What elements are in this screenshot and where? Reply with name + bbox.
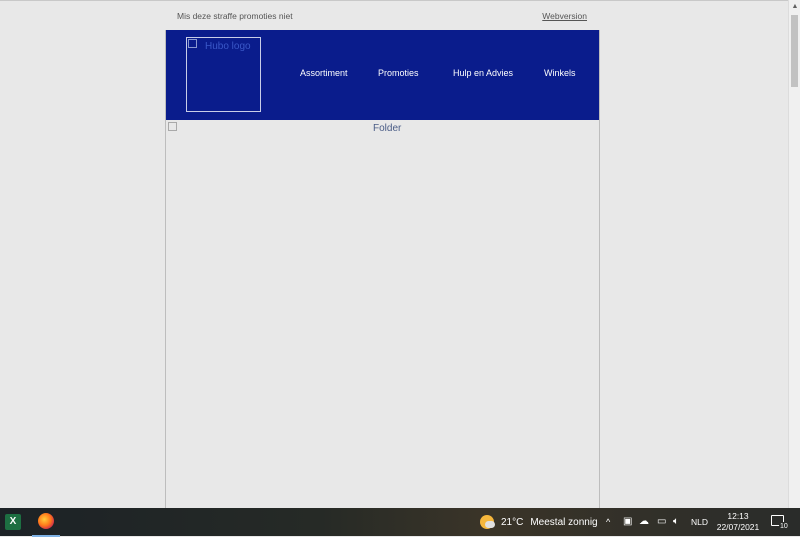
volume-icon[interactable]: 🔈︎ [673, 508, 679, 536]
taskbar: X 21°C Meestal zonnig ^ ▣ ☁ ▭ 🔈︎ NLD 12:… [0, 508, 800, 537]
broken-image-icon [168, 122, 177, 131]
meet-now-icon[interactable]: ▣ [623, 508, 632, 536]
folder-image[interactable]: Folder [166, 120, 599, 508]
broken-image-icon [188, 39, 197, 48]
vertical-scrollbar[interactable]: ▲ [788, 0, 800, 508]
nav-link-hulp-en-advies[interactable]: Hulp en Advies [453, 68, 513, 78]
weather-widget[interactable]: 21°C Meestal zonnig [480, 508, 598, 536]
clock-date: 22/07/2021 [716, 522, 760, 532]
excel-icon: X [5, 514, 21, 530]
partly-sunny-icon [480, 515, 495, 529]
weather-temperature: 21°C [501, 516, 524, 528]
show-hidden-icons-chevron-icon[interactable]: ^ [606, 508, 610, 536]
firefox-icon [38, 513, 54, 529]
firefox-taskbar-button[interactable] [32, 511, 60, 537]
weather-condition: Meestal zonnig [530, 516, 598, 528]
email-preheader: Mis deze straffe promoties niet Webversi… [165, 1, 600, 31]
scroll-thumb[interactable] [791, 15, 798, 87]
webversion-link[interactable]: Webversion [542, 11, 587, 21]
hubo-logo[interactable]: Hubo logo [186, 37, 261, 112]
scroll-up-arrow-icon[interactable]: ▲ [789, 0, 800, 14]
folder-alt-text: Folder [373, 123, 402, 134]
onedrive-cloud-icon[interactable]: ☁ [639, 508, 649, 536]
clock-time: 12:13 [727, 511, 749, 521]
language-indicator[interactable]: NLD [691, 508, 708, 536]
logo-alt-text: Hubo logo [205, 41, 251, 52]
email-body: Hubo logo Assortiment Promoties Hulp en … [165, 30, 600, 508]
preheader-text: Mis deze straffe promoties niet [177, 11, 293, 21]
excel-taskbar-button[interactable]: X [2, 511, 24, 533]
nav-link-assortiment[interactable]: Assortiment [300, 68, 348, 78]
nav-link-winkels[interactable]: Winkels [544, 68, 576, 78]
email-header: Hubo logo Assortiment Promoties Hulp en … [166, 30, 599, 120]
system-clock[interactable]: 12:13 22/07/2021 [712, 511, 764, 533]
nav-link-promoties[interactable]: Promoties [378, 68, 419, 78]
network-icon[interactable]: ▭ [657, 508, 666, 536]
browser-viewport: Mis deze straffe promoties niet Webversi… [0, 0, 788, 508]
notification-count-badge: 10 [779, 522, 789, 531]
